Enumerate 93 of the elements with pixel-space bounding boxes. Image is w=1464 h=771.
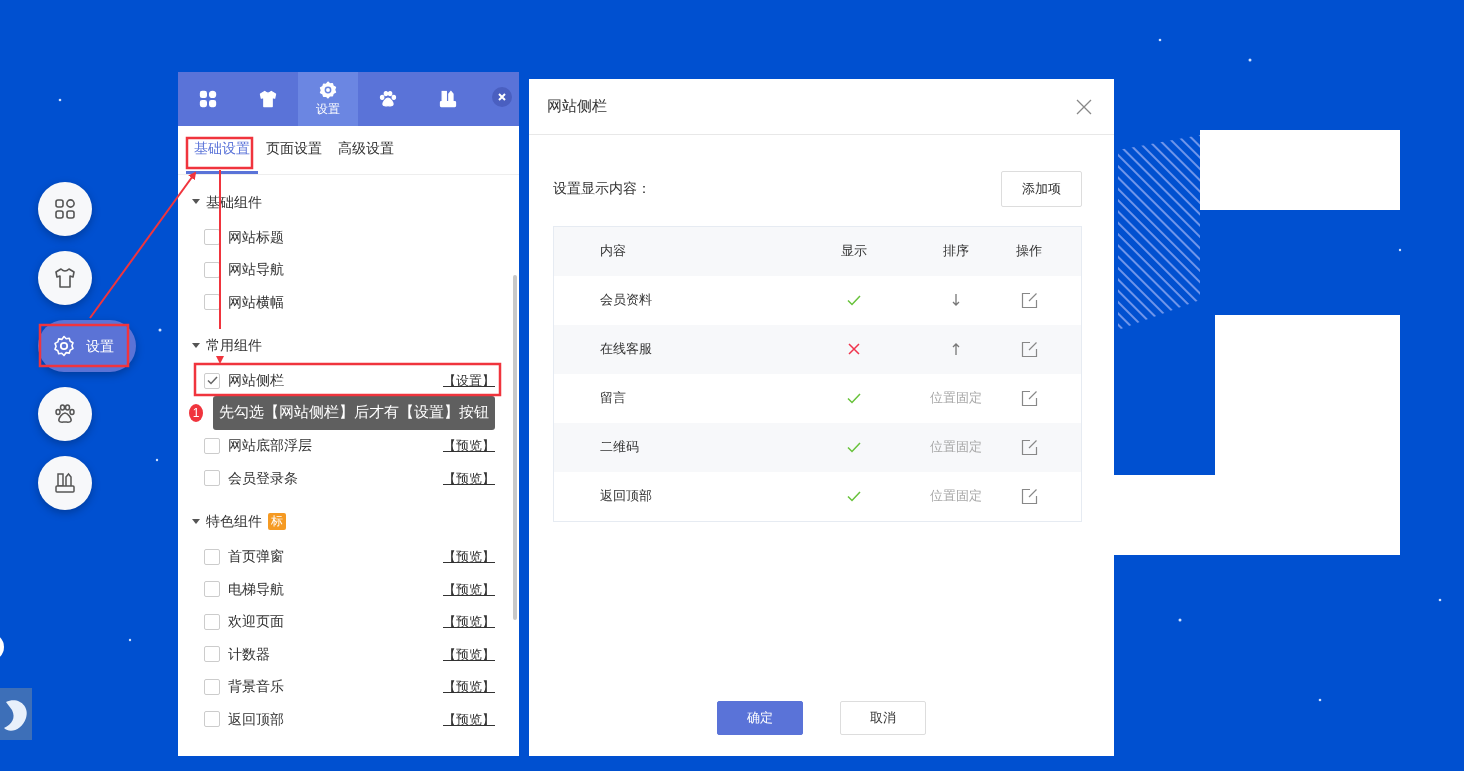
checkbox[interactable] — [204, 613, 220, 630]
section-label: 设置显示内容： — [553, 179, 651, 199]
checkbox[interactable] — [204, 581, 220, 598]
action-link[interactable]: 【预览】 — [443, 677, 495, 697]
confirm-button[interactable]: 确定 — [717, 701, 803, 735]
side-nav-button[interactable]: 设置 — [38, 320, 136, 372]
close-icon[interactable] — [1076, 98, 1092, 115]
step-number: 1 — [189, 404, 203, 423]
component-label: 计数器 — [228, 644, 271, 664]
corner-logo-icon — [0, 688, 32, 740]
pen-holder-icon — [438, 89, 458, 109]
gear-icon — [318, 80, 338, 100]
component-label: 会员登录条 — [228, 468, 299, 488]
table-cell-text: 二维码 — [599, 438, 639, 457]
side-nav-button[interactable] — [38, 182, 92, 236]
caret-icon[interactable] — [192, 518, 200, 525]
component-label: 网站底部浮层 — [228, 436, 313, 456]
column-header: 操作 — [1016, 242, 1042, 261]
action-link[interactable]: 【预览】 — [443, 644, 495, 664]
checkbox[interactable] — [204, 548, 220, 565]
action-link[interactable]: 【预览】 — [443, 468, 495, 488]
group-title: 常用组件 — [206, 336, 262, 355]
checkbox[interactable] — [204, 437, 220, 454]
table-cell-text: 位置固定 — [930, 389, 982, 408]
shirt-icon — [258, 89, 278, 109]
column-header: 显示 — [840, 242, 867, 261]
checkbox[interactable] — [204, 678, 220, 695]
grid-icon — [53, 197, 77, 221]
tooltip: 先勾选【网站侧栏】后才有【设置】按钮 — [213, 396, 495, 431]
checkbox[interactable] — [204, 294, 220, 311]
action-link[interactable]: 【预览】 — [443, 709, 495, 729]
check-icon[interactable] — [846, 294, 861, 306]
grid-icon — [198, 89, 218, 109]
scrollbar[interactable] — [513, 275, 517, 620]
table-cell-text: 在线客服 — [599, 340, 652, 359]
edit-icon[interactable] — [1020, 340, 1038, 358]
component-label: 网站标题 — [228, 227, 285, 247]
pen-holder-icon — [53, 471, 77, 495]
checkbox[interactable] — [204, 372, 220, 389]
checkbox[interactable] — [204, 711, 220, 728]
side-nav-button[interactable] — [38, 251, 92, 305]
component-label: 首页弹窗 — [228, 547, 285, 567]
action-link[interactable]: 【预览】 — [443, 579, 495, 599]
component-label: 背景音乐 — [228, 677, 285, 697]
paw-icon — [378, 89, 398, 109]
group-title: 特色组件 — [206, 512, 262, 531]
edit-icon[interactable] — [1020, 438, 1038, 456]
checkbox[interactable] — [204, 261, 220, 278]
component-label: 返回顶部 — [228, 709, 285, 729]
arrow-down-icon[interactable] — [952, 294, 960, 306]
component-label: 网站导航 — [228, 260, 285, 280]
action-link[interactable]: 【预览】 — [443, 436, 495, 456]
table-cell-text: 返回顶部 — [599, 487, 652, 506]
arrow-up-icon[interactable] — [952, 343, 960, 355]
gear-icon — [52, 334, 76, 358]
edit-icon[interactable] — [1020, 487, 1038, 505]
edit-icon[interactable] — [1020, 291, 1038, 309]
tag-label: 标 — [268, 513, 286, 530]
paw-icon — [53, 402, 77, 426]
table-cell-text: 留言 — [599, 389, 626, 408]
cancel-button[interactable]: 取消 — [840, 701, 926, 735]
action-link[interactable]: 【预览】 — [443, 547, 495, 567]
component-label: 网站横幅 — [228, 292, 285, 312]
dialog-title: 网站侧栏 — [547, 96, 607, 117]
caret-icon[interactable] — [192, 199, 200, 205]
column-header: 排序 — [943, 242, 969, 261]
caret-icon[interactable] — [192, 342, 200, 349]
action-link[interactable]: 【设置】 — [443, 371, 495, 391]
column-header: 内容 — [599, 242, 626, 261]
settings-tab[interactable]: 高级设置 — [330, 126, 402, 174]
checkbox[interactable] — [204, 470, 220, 487]
table-cell-text: 会员资料 — [599, 291, 652, 310]
settings-tab[interactable]: 页面设置 — [258, 126, 330, 174]
check-icon[interactable] — [846, 392, 861, 404]
edit-icon[interactable] — [1020, 389, 1038, 407]
check-icon[interactable] — [846, 441, 861, 453]
checkbox[interactable] — [204, 646, 220, 663]
close-button[interactable] — [492, 87, 512, 107]
checkbox[interactable] — [204, 229, 220, 246]
annotation-box — [185, 136, 254, 170]
shirt-icon — [53, 266, 77, 290]
check-icon[interactable] — [846, 490, 861, 502]
table-cell-text: 位置固定 — [930, 487, 982, 506]
add-item-button[interactable]: 添加项 — [1001, 171, 1082, 207]
cross-icon[interactable] — [847, 343, 860, 355]
settings-tab[interactable]: 基础设置 — [186, 126, 258, 174]
side-nav-button[interactable] — [38, 456, 92, 510]
component-label: 电梯导航 — [228, 579, 285, 599]
action-link[interactable]: 【预览】 — [443, 612, 495, 632]
side-nav-button[interactable] — [38, 387, 92, 441]
component-label: 网站侧栏 — [228, 371, 285, 391]
table-cell-text: 位置固定 — [930, 438, 982, 457]
component-label: 欢迎页面 — [228, 612, 285, 632]
